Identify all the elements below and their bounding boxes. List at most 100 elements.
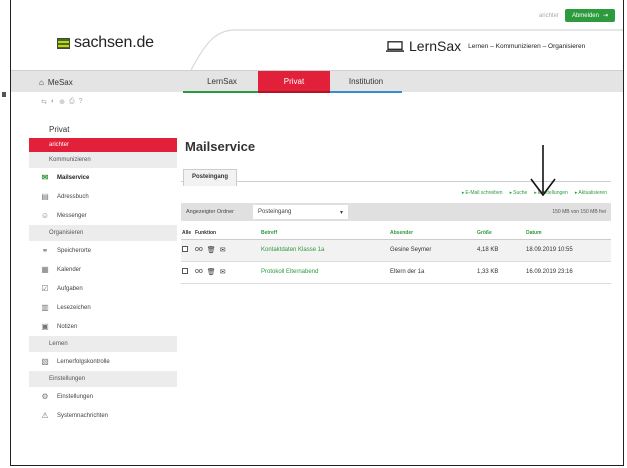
mail-sender: Eltern der 1a (389, 261, 476, 284)
action-label: Suche (513, 190, 528, 196)
warning-icon: ⚠ (41, 411, 49, 420)
mail-subject[interactable]: Kontaktdaten Klasse 1a (260, 239, 389, 262)
sitemap-icon[interactable]: ⇆ (41, 98, 47, 106)
quick-tools: ⇆ ◐ ⊕ ⎙ ? (41, 98, 83, 106)
action-search[interactable]: ▸ Suche (510, 190, 528, 196)
sidebar-item-label: Systemnachrichten (57, 412, 109, 419)
main-nav: ⌂ MeSax LernSax Privat Institution (11, 70, 623, 93)
mail-icon: ✉ (41, 173, 49, 182)
column-header-funktion: Funktion (194, 227, 260, 240)
print-icon[interactable]: ⎙ (69, 98, 75, 106)
page-edge-mark (2, 92, 6, 97)
nav-tab-lernsax[interactable]: LernSax (183, 71, 261, 93)
glasses-icon[interactable]: oo (195, 246, 203, 254)
gear-icon: ⚙ (41, 392, 49, 401)
help-icon[interactable]: ? (79, 98, 83, 106)
sidebar-item-aufgaben[interactable]: ☑ Aufgaben (29, 279, 177, 298)
trash-icon[interactable]: 🗑 (207, 268, 216, 276)
sidebar-item-mailservice[interactable]: ✉ Mailservice (29, 168, 177, 187)
column-header-alle[interactable]: Alle (181, 227, 194, 240)
header: arichter Abmelden ⇥ sachsen.de LernSax L… (11, 0, 623, 70)
sidebar-section-lernen: Lernen (29, 336, 177, 352)
row-checkbox[interactable] (182, 246, 188, 252)
sidebar-item-systemnachrichten[interactable]: ⚠ Systemnachrichten (29, 406, 177, 425)
tab-posteingang[interactable]: Posteingang (183, 169, 238, 186)
sachsen-logo[interactable]: sachsen.de (57, 34, 154, 52)
storage-icon: ⚭ (41, 246, 49, 255)
sidebar-item-lesezeichen[interactable]: ▥ Lesezeichen (29, 298, 177, 317)
contrast-icon[interactable]: ◐ (51, 98, 55, 106)
row-checkbox[interactable] (182, 268, 188, 274)
sidebar-item-label: Notizen (57, 323, 78, 330)
trash-icon[interactable]: 🗑 (207, 246, 216, 254)
chevron-right-icon: ▸ (509, 190, 513, 196)
user-name: arichter (538, 12, 559, 19)
logout-label: Abmelden (571, 12, 599, 19)
sidebar-item-notizen[interactable]: ▣ Notizen (29, 317, 177, 336)
laptop-icon (386, 40, 404, 52)
mail-table: Alle Funktion Betreff Absender Größe Dat… (181, 227, 611, 284)
browser-frame: arichter Abmelden ⇥ sachsen.de LernSax L… (10, 0, 624, 466)
zoom-icon[interactable]: ⊕ (59, 98, 65, 106)
column-header-absender[interactable]: Absender (389, 227, 476, 240)
bookmark-icon: ▥ (41, 303, 49, 312)
mail-subject[interactable]: Protokoll Elternabend (260, 261, 389, 284)
mail-sender: Gesine Seymer (389, 239, 476, 262)
nav-tab-institution[interactable]: Institution (330, 71, 402, 93)
annotation-arrow-icon (530, 145, 556, 197)
sidebar-item-label: Lernerfolgskontrolle (57, 358, 110, 365)
row-functions: oo 🗑 ✉ (194, 261, 260, 284)
chevron-down-icon: ▾ (339, 209, 343, 216)
column-header-groesse[interactable]: Größe (476, 227, 525, 240)
lernsax-logo[interactable]: LernSax Lernen – Kommunizieren – Organis… (386, 38, 585, 54)
folder-label: Angezeigter Ordner (186, 209, 234, 215)
sidebar-item-lernerfolgskontrolle[interactable]: ▧ Lernerfolgskontrolle (29, 352, 177, 371)
sidebar-item-label: Mailservice (57, 174, 90, 181)
notes-icon: ▣ (41, 322, 49, 331)
table-row[interactable]: oo 🗑 ✉ Protokoll Elternabend Eltern der … (181, 261, 611, 284)
row-select (181, 261, 194, 284)
column-header-betreff[interactable]: Betreff (260, 227, 389, 240)
sidebar-user[interactable]: arichter (29, 138, 177, 152)
sidebar-item-label: Lesezeichen (57, 304, 91, 311)
sidebar-item-adressbuch[interactable]: ▤ Adressbuch (29, 187, 177, 206)
sidebar-item-kalender[interactable]: ▦ Kalender (29, 260, 177, 279)
sidebar-item-label: Einstellungen (57, 393, 94, 400)
envelope-open-icon[interactable]: ✉ (220, 246, 226, 254)
nav-home-label: MeSax (47, 77, 73, 87)
table-row[interactable]: oo 🗑 ✉ Kontaktdaten Klasse 1a Gesine Sey… (181, 239, 611, 262)
nav-tab-privat[interactable]: Privat (258, 71, 330, 93)
sidebar-item-messenger[interactable]: ☺ Messenger (29, 206, 177, 225)
folder-select[interactable]: Posteingang ▾ (253, 205, 348, 219)
glasses-icon[interactable]: oo (195, 268, 203, 276)
home-icon: ⌂ (39, 77, 44, 87)
sachsen-brand: sachsen.de (74, 34, 154, 51)
mail-size: 1,33 KB (476, 261, 525, 284)
task-check-icon: ☑ (41, 284, 49, 293)
action-refresh[interactable]: ▸ Aktualisieren (575, 190, 607, 196)
sidebar-item-label: Speicherorte (57, 247, 92, 254)
sidebar-item-label: Messenger (57, 212, 87, 219)
calendar-icon: ▦ (41, 265, 49, 274)
mail-size: 4,18 KB (476, 239, 525, 262)
row-select (181, 239, 194, 262)
lernsax-brand: LernSax (409, 38, 462, 54)
sachsen-flag-icon (57, 37, 70, 49)
address-book-icon: ▤ (41, 192, 49, 201)
row-functions: oo 🗑 ✉ (194, 239, 260, 262)
sidebar-item-label: Kalender (57, 266, 82, 273)
mail-date: 18.09.2019 10:55 (525, 239, 611, 262)
sidebar-item-label: Aufgaben (57, 285, 83, 292)
column-header-datum[interactable]: Datum (525, 227, 611, 240)
folder-select-value: Posteingang (258, 209, 292, 215)
mail-date: 16.09.2019 23:16 (525, 261, 611, 284)
action-compose[interactable]: ▸ E-Mail schreiben (462, 190, 503, 196)
sidebar-item-einstellungen[interactable]: ⚙ Einstellungen (29, 387, 177, 406)
assessment-icon: ▧ (41, 357, 49, 366)
logout-icon: ⇥ (602, 13, 608, 19)
user-area: arichter Abmelden ⇥ (539, 9, 615, 22)
envelope-open-icon[interactable]: ✉ (220, 268, 226, 276)
logout-button[interactable]: Abmelden ⇥ (564, 9, 615, 22)
sidebar-item-speicherorte[interactable]: ⚭ Speicherorte (29, 241, 177, 260)
nav-home-mesax[interactable]: ⌂ MeSax (39, 71, 73, 93)
